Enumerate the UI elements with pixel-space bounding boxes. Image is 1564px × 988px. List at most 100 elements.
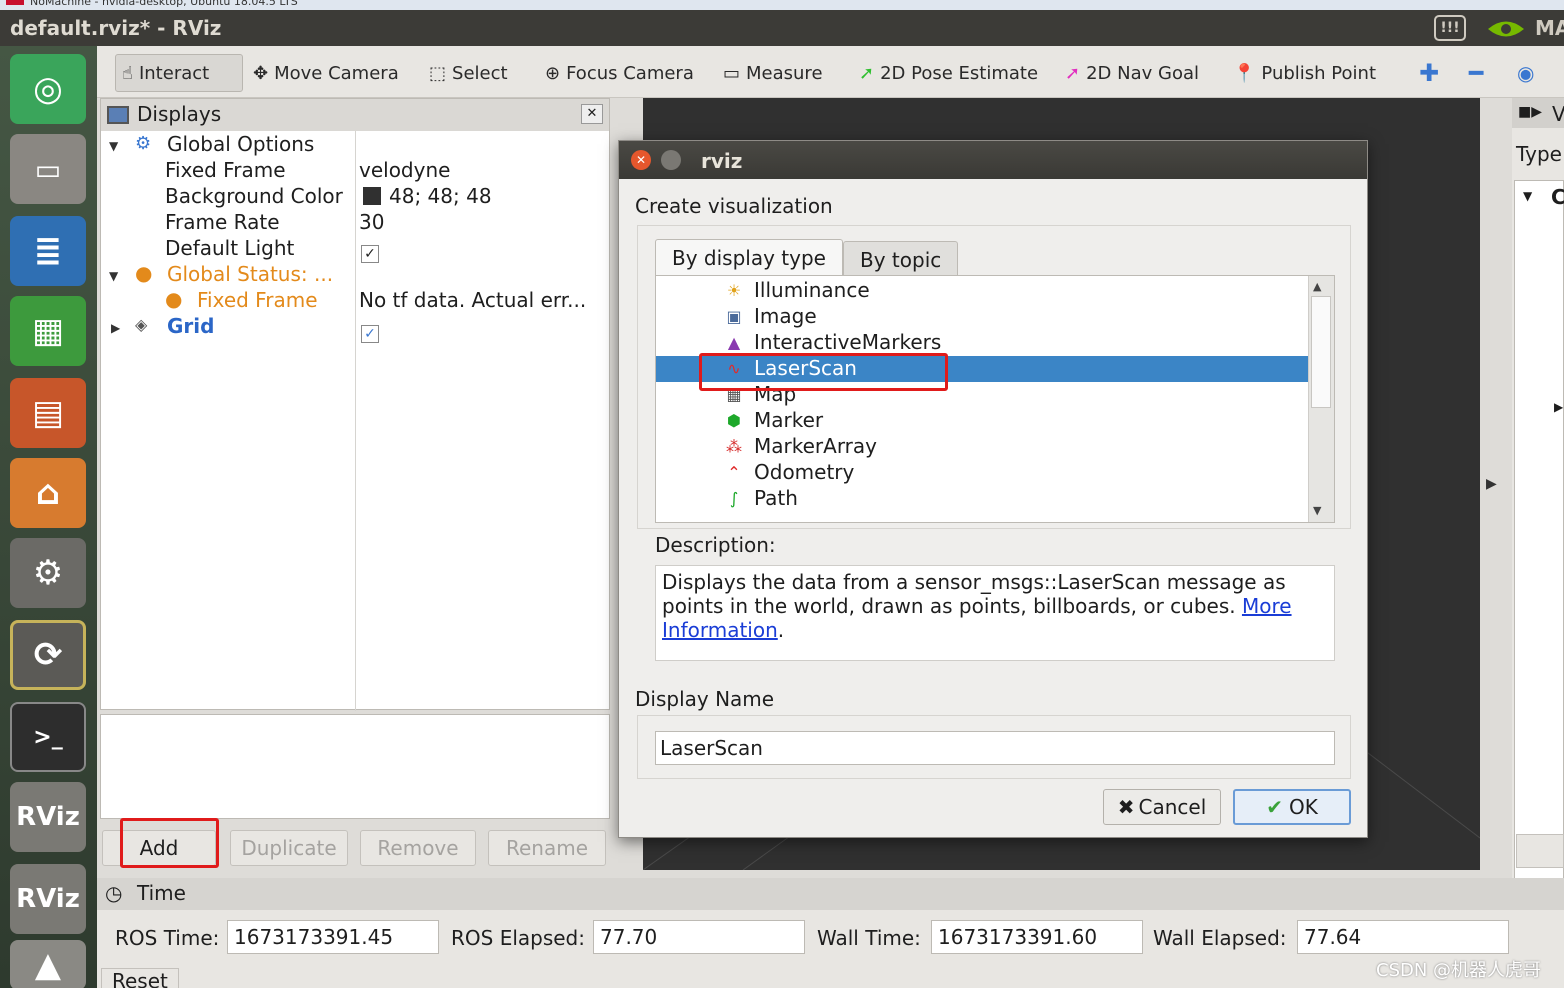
rviz-launcher-icon-2[interactable]: RViz (10, 864, 86, 934)
list-item-label: InteractiveMarkers (754, 330, 942, 354)
list-item-marker-array[interactable]: ⁂ MarkerArray (656, 434, 1308, 460)
scroll-thumb[interactable] (1311, 296, 1331, 408)
list-item-illuminance[interactable]: ☀ Illuminance (656, 278, 1308, 304)
software-updater-icon[interactable]: ⟳ (10, 620, 86, 690)
views-list: ▼ C (1514, 180, 1564, 910)
background-color-value[interactable]: 48; 48; 48 (363, 184, 492, 208)
expand-arrow-icon-2[interactable]: ▼ (109, 269, 118, 283)
remove-tool-icon[interactable]: ━ (1469, 54, 1483, 92)
ros-elapsed-field[interactable]: 77.70 (593, 920, 805, 954)
nav-goal-button[interactable]: ➚ 2D Nav Goal (1065, 54, 1199, 92)
tab-topic-label: By topic (860, 248, 942, 272)
wall-elapsed-label: Wall Elapsed: (1153, 926, 1287, 950)
files-icon[interactable]: ▭ (10, 134, 86, 204)
wall-time-label: Wall Time: (817, 926, 921, 950)
displays-header: Displays ✕ (101, 99, 609, 131)
close-icon[interactable]: ✕ (631, 150, 651, 170)
pink-arrow-icon: ➚ (1065, 62, 1081, 84)
description-box: Displays the data from a sensor_msgs::La… (655, 565, 1335, 661)
reset-button[interactable]: Reset (101, 968, 179, 988)
rviz-toolbar: ☝ Interact ✥ Move Camera ⬚ Select ⊕ Focus Ca… (97, 46, 1564, 98)
rename-button[interactable]: Rename (488, 830, 606, 866)
display-name-input[interactable]: LaserScan (655, 731, 1335, 765)
focus-camera-button[interactable]: ⊕ Focus Camera (545, 54, 694, 92)
nomachine-menu-icon[interactable]: !!! (1434, 15, 1466, 41)
list-scrollbar[interactable]: ▲ ▼ (1308, 276, 1334, 522)
software-center-icon[interactable]: ⌂ (10, 458, 86, 528)
minimize-icon[interactable] (661, 150, 681, 170)
window-titlebar: default.rviz* - RViz !!! MA (0, 10, 1564, 46)
expand-arrow-icon-3[interactable]: ▼ (1523, 189, 1532, 203)
column-divider[interactable] (355, 131, 356, 711)
scroll-up-icon[interactable]: ▲ (1313, 280, 1321, 293)
list-item-marker[interactable]: ⬢ Marker (656, 408, 1308, 434)
displays-panel: Displays ✕ ▼ ⚙ Global Options Fixed Fram… (100, 98, 610, 711)
ok-label: OK (1288, 795, 1318, 819)
calc-icon[interactable]: ▦ (10, 296, 86, 366)
display-name-label: Display Name (635, 687, 775, 711)
fixed-frame-value[interactable]: velodyne (359, 158, 450, 182)
scroll-down-icon[interactable]: ▼ (1313, 504, 1321, 517)
global-status-item[interactable]: Global Status: ... (167, 262, 333, 286)
rviz-launcher-icon[interactable]: RViz (10, 782, 86, 852)
remove-button[interactable]: Remove (360, 830, 476, 866)
ubuntu-logo-icon[interactable]: ◎ (10, 54, 86, 124)
tab-by-display-type[interactable]: By display type (655, 239, 843, 277)
cancel-x-icon: ✖ (1117, 795, 1135, 819)
move-camera-button[interactable]: ✥ Move Camera (253, 54, 399, 92)
list-item-odometry[interactable]: ⌃ Odometry (656, 460, 1308, 486)
measure-button[interactable]: ▭ Measure (723, 54, 823, 92)
pose-estimate-button[interactable]: ➚ 2D Pose Estimate (859, 54, 1038, 92)
wall-time-field[interactable]: 1673173391.60 (931, 920, 1143, 954)
trash-icon[interactable]: ▲ (10, 940, 86, 988)
warning-icon-2: ● (165, 287, 183, 311)
fixed-frame-label: Fixed Frame (165, 158, 286, 182)
current-view-item[interactable]: C (1551, 185, 1564, 209)
eye-icon[interactable]: ◉ (1517, 54, 1534, 92)
camera-icon: ■▶ (1518, 104, 1542, 120)
interact-tool-button[interactable]: ☝ Interact (115, 54, 243, 92)
type-label: Type (1516, 142, 1562, 166)
illuminance-icon: ☀ (726, 281, 742, 300)
display-type-list[interactable]: ☀ Illuminance ▣ Image ▲ InteractiveMarkers … (655, 275, 1335, 523)
global-options-item[interactable]: Global Options (167, 132, 314, 156)
ros-time-field[interactable]: 1673173391.45 (227, 920, 439, 954)
publish-point-button[interactable]: 📍 Publish Point (1233, 54, 1376, 92)
description-text: Displays the data from a sensor_msgs::La… (662, 570, 1286, 618)
grid-item[interactable]: Grid (167, 314, 214, 338)
collapsed-arrow-icon[interactable]: ▶ (111, 321, 120, 335)
window-title-ma: MA (1535, 16, 1564, 40)
highlight-add (120, 818, 219, 868)
save-view-button[interactable] (1516, 834, 1564, 868)
add-tool-icon[interactable]: ✚ (1419, 54, 1439, 92)
frame-rate-value[interactable]: 30 (359, 210, 384, 234)
impress-icon[interactable]: ▤ (10, 378, 86, 448)
settings-gear-icon[interactable]: ⚙ (10, 538, 86, 608)
highlight-laserscan (699, 353, 948, 391)
scroll-right-icon[interactable]: ▶ (1554, 400, 1563, 414)
clock-icon: ◷ (105, 881, 123, 905)
focus-camera-label: Focus Camera (566, 62, 694, 84)
status-fixed-frame[interactable]: Fixed Frame (197, 288, 318, 312)
map-pin-icon: 📍 (1233, 62, 1256, 84)
cancel-button[interactable]: ✖ Cancel (1103, 789, 1221, 825)
default-light-checkbox[interactable]: ✓ (361, 239, 379, 263)
tab-by-topic[interactable]: By topic (843, 241, 959, 279)
collapse-right-arrow-icon[interactable]: ▶ (1486, 476, 1497, 492)
frame-rate-label: Frame Rate (165, 210, 280, 234)
background-color-label: Background Color (165, 184, 343, 208)
wall-elapsed-field[interactable]: 77.64 (1297, 920, 1509, 954)
writer-icon[interactable]: ≣ (10, 216, 86, 286)
list-item-image[interactable]: ▣ Image (656, 304, 1308, 330)
ok-button[interactable]: ✔ OK (1233, 789, 1351, 825)
close-panel-icon[interactable]: ✕ (581, 104, 603, 124)
terminal-icon[interactable]: >_ (10, 702, 86, 772)
window-title: default.rviz* - RViz (10, 16, 222, 40)
grid-checkbox[interactable]: ✓ (361, 319, 379, 343)
dialog-titlebar: ✕ rviz (619, 141, 1367, 179)
list-item-path[interactable]: ∫ Path (656, 486, 1308, 512)
select-tool-button[interactable]: ⬚ Select (429, 54, 508, 92)
views-title: V (1552, 102, 1564, 126)
duplicate-button[interactable]: Duplicate (230, 830, 348, 866)
expand-arrow-icon[interactable]: ▼ (109, 139, 118, 153)
